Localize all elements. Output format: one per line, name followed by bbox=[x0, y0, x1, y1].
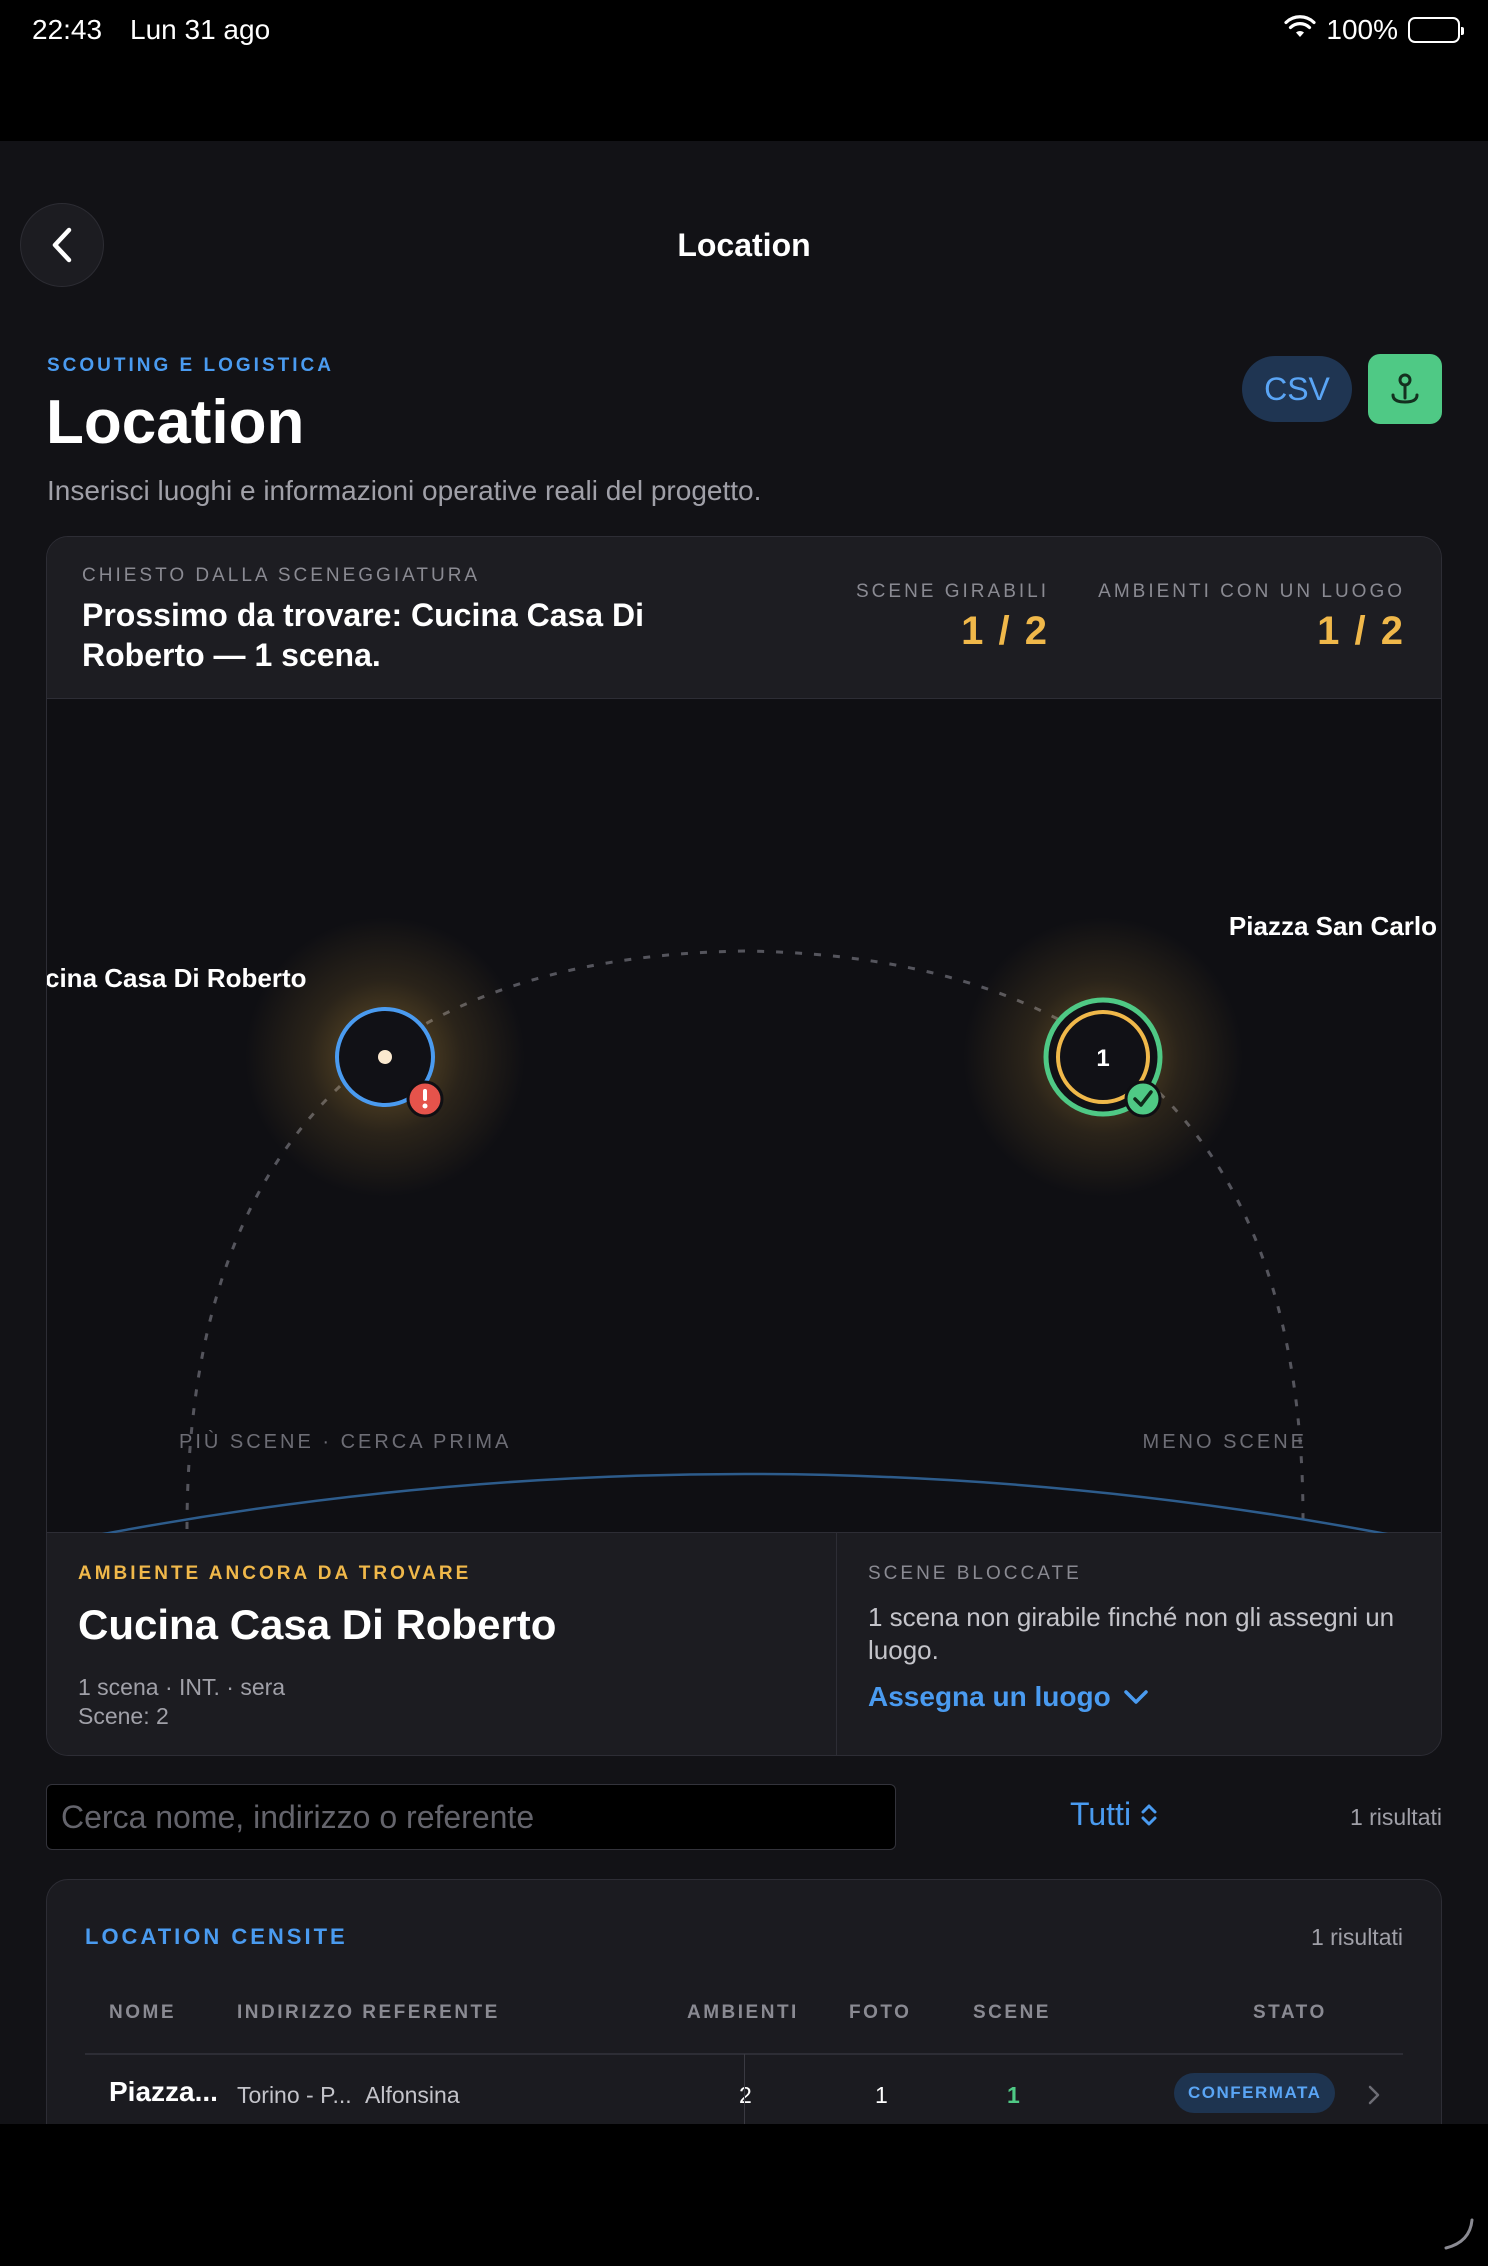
location-overview-card: CHIESTO DALLA SCENEGGIATURA Prossimo da … bbox=[46, 536, 1442, 1756]
chevron-up-down-icon bbox=[1141, 1804, 1157, 1825]
stat-label: AMBIENTI CON UN LUOGO bbox=[1098, 581, 1405, 602]
map-axis-left-label: PIÙ SCENE · CERCA PRIMA bbox=[179, 1431, 512, 1453]
missing-environment-panel: AMBIENTE ANCORA DA TROVARE Cucina Casa D… bbox=[47, 1533, 837, 1755]
cell-referente: Alfonsina bbox=[365, 2082, 460, 2108]
stat-environments-with-location: AMBIENTI CON UN LUOGO 1 / 2 bbox=[1098, 581, 1405, 654]
stat-value: 1 / 2 bbox=[1317, 609, 1405, 653]
status-date: Lun 31 ago bbox=[130, 14, 271, 45]
warning-badge-icon bbox=[406, 1080, 444, 1118]
map-pin-scene-count: 1 bbox=[1096, 1045, 1109, 1072]
results-count: 1 risultati bbox=[1349, 1804, 1442, 1830]
horizon-curve bbox=[102, 1472, 1388, 1533]
map-pin-confirmed[interactable]: 1 bbox=[963, 917, 1243, 1197]
app-screen: Location SCOUTING E LOGISTICA Location I… bbox=[0, 141, 1488, 2124]
nav-title: Location bbox=[677, 227, 811, 263]
cell-scene: 1 bbox=[1007, 2082, 1020, 2108]
chevron-right-icon bbox=[1368, 2085, 1380, 2105]
resize-corner-icon bbox=[1444, 2218, 1474, 2250]
cell-nome: Piazza... bbox=[109, 2076, 218, 2107]
blocked-scenes-panel: SCENE BLOCCATE 1 scena non girabile finc… bbox=[837, 1533, 1441, 1755]
status-badge: CONFERMATA bbox=[1174, 2073, 1336, 2113]
csv-export-button[interactable]: CSV bbox=[1242, 356, 1352, 422]
status-bar: 22:43 Lun 31 ago 100% bbox=[0, 0, 1488, 64]
status-right: 100% bbox=[1284, 14, 1464, 46]
cell-foto: 1 bbox=[875, 2082, 888, 2108]
section-eyebrow: SCOUTING E LOGISTICA bbox=[47, 355, 334, 376]
location-map[interactable]: 1 cina Casa Di Roberto Piazza San Carlo … bbox=[47, 699, 1441, 1533]
assign-location-label: Assegna un luogo bbox=[868, 1681, 1111, 1712]
chevron-down-icon bbox=[1123, 1690, 1148, 1704]
missing-env-title: Cucina Casa Di Roberto bbox=[78, 1601, 557, 1648]
column-resize-handle bbox=[744, 2054, 745, 2124]
status-time: 22:43 bbox=[32, 14, 103, 45]
search-input[interactable] bbox=[46, 1784, 896, 1850]
check-badge-icon bbox=[1124, 1080, 1162, 1118]
assign-location-button[interactable]: Assegna un luogo bbox=[868, 1681, 1149, 1713]
missing-env-meta: 1 scena · INT. · sera Scene: 2 bbox=[78, 1673, 285, 1731]
column-header-stato[interactable]: STATO bbox=[1253, 2002, 1327, 2024]
map-pin-label-confirmed: Piazza San Carlo bbox=[1228, 911, 1437, 941]
locations-table-card: LOCATION CENSITE 1 risultati NOME INDIRI… bbox=[46, 1879, 1442, 2124]
stat-shootable-scenes: SCENE GIRABILI 1 / 2 bbox=[856, 581, 1049, 654]
page-subtitle: Inserisci luoghi e informazioni operativ… bbox=[47, 475, 762, 506]
map-pin-icon bbox=[1391, 373, 1419, 404]
cell-indirizzo: Torino - P... bbox=[237, 2082, 352, 2108]
stat-value: 1 / 2 bbox=[961, 609, 1049, 653]
map-pin-label-missing: cina Casa Di Roberto bbox=[46, 963, 307, 993]
column-header-scene[interactable]: SCENE bbox=[973, 2002, 1051, 2024]
stat-label: SCENE GIRABILI bbox=[856, 581, 1049, 602]
cell-ambienti: 2 bbox=[739, 2082, 752, 2108]
blocked-scenes-text: 1 scena non girabile finché non gli asse… bbox=[868, 1602, 1395, 1665]
page-title: Location bbox=[46, 388, 305, 457]
filter-value: Tutti bbox=[1070, 1796, 1132, 1832]
column-header-nome[interactable]: NOME bbox=[109, 2002, 176, 2024]
blocked-scenes-eyebrow: SCENE BLOCCATE bbox=[868, 1563, 1082, 1584]
summary-header: CHIESTO DALLA SCENEGGIATURA Prossimo da … bbox=[47, 537, 1441, 699]
summary-eyebrow: CHIESTO DALLA SCENEGGIATURA bbox=[82, 565, 481, 586]
column-header-foto[interactable]: FOTO bbox=[849, 2002, 911, 2024]
map-axis-right-label: MENO SCENE bbox=[1142, 1431, 1307, 1453]
battery-icon bbox=[1408, 17, 1464, 43]
missing-env-meta-line: 1 scena · INT. · sera bbox=[78, 1674, 286, 1700]
wifi-icon bbox=[1284, 14, 1316, 46]
map-pin-missing[interactable] bbox=[245, 917, 525, 1197]
missing-env-scenes-line: Scene: 2 bbox=[78, 1703, 169, 1729]
bottom-safe-area bbox=[0, 2124, 1488, 2266]
status-filter-select[interactable]: Tutti bbox=[1070, 1796, 1159, 1833]
summary-next-text: Prossimo da trovare: Cucina Casa Di Robe… bbox=[82, 597, 644, 673]
missing-env-eyebrow: AMBIENTE ANCORA DA TROVARE bbox=[78, 1563, 472, 1584]
column-header-indirizzo-referente[interactable]: INDIRIZZO REFERENTE bbox=[237, 2002, 500, 2024]
map-view-button[interactable] bbox=[1368, 354, 1442, 424]
column-header-ambienti[interactable]: AMBIENTI bbox=[687, 2002, 799, 2024]
battery-percent: 100% bbox=[1326, 14, 1398, 45]
table-results-count: 1 risultati bbox=[1310, 1924, 1403, 1950]
table-title: LOCATION CENSITE bbox=[85, 1924, 348, 1949]
nav-bar: Location bbox=[0, 141, 1488, 287]
